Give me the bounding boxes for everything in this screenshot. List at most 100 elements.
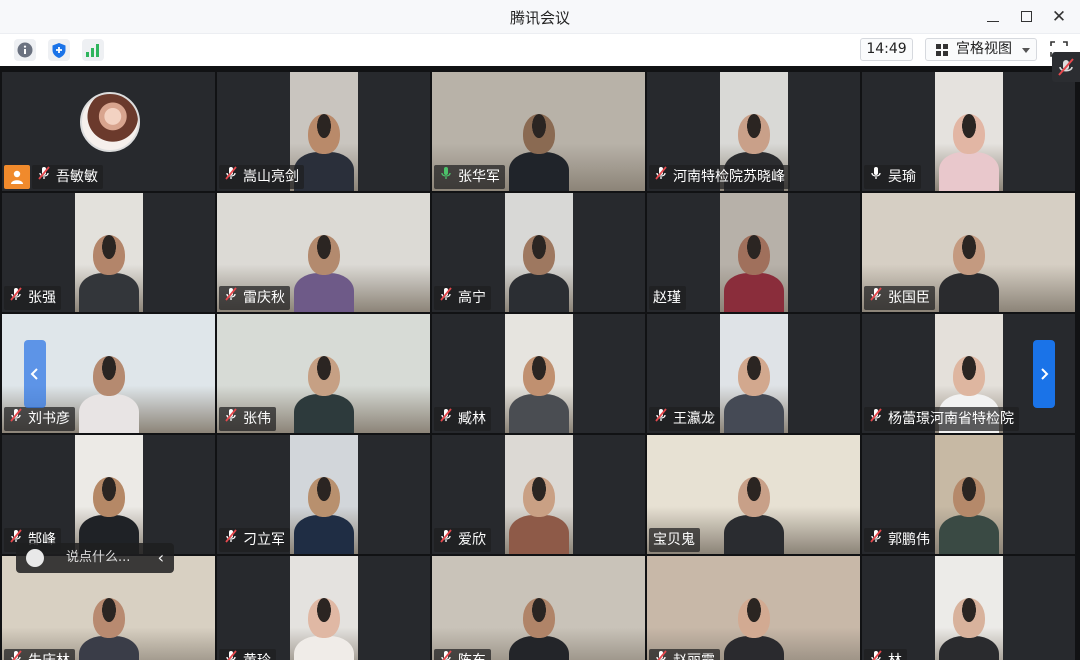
participant-name: 张伟 xyxy=(243,411,271,427)
participant-name: 河南特检院苏晓峰 xyxy=(673,169,785,185)
video-tile[interactable]: 陈东 xyxy=(432,556,645,660)
chat-input[interactable]: 说点什么... ‹ xyxy=(16,543,174,573)
mic-muted-icon xyxy=(36,165,52,189)
video-tile[interactable]: 赵丽霞 xyxy=(647,556,860,660)
video-tile[interactable]: 爱欣 xyxy=(432,435,645,554)
participant-label: 黄玲 xyxy=(219,649,276,660)
shield-icon xyxy=(52,42,66,58)
participant-label: 高宁 xyxy=(434,286,491,310)
participant-face xyxy=(738,235,770,275)
video-tile[interactable]: 张伟 xyxy=(217,314,430,433)
participant-face xyxy=(308,477,340,517)
video-tile[interactable]: 赵瑾 xyxy=(647,193,860,312)
participant-name: 杨蕾璟河南省特检院 xyxy=(888,411,1014,427)
chevron-left-icon[interactable]: ‹ xyxy=(158,543,164,573)
participant-label: 张国臣 xyxy=(864,286,935,310)
video-tile[interactable]: 吴瑜 xyxy=(862,72,1075,191)
mic-muted-icon xyxy=(868,649,884,660)
video-tile[interactable]: 嵩山亮剑 xyxy=(217,72,430,191)
previous-page-button[interactable] xyxy=(24,340,46,408)
participant-face xyxy=(308,598,340,638)
emoji-icon[interactable] xyxy=(26,549,44,567)
participant-name: 朱庆林 xyxy=(28,649,70,660)
participant-silhouette xyxy=(939,152,999,191)
network-status-button[interactable] xyxy=(82,39,104,61)
participant-label: 张强 xyxy=(4,286,61,310)
participant-face xyxy=(93,235,125,275)
participant-name: 吾敏敏 xyxy=(56,169,98,185)
participant-label: 赵丽霞 xyxy=(649,649,720,660)
participant-name: 赵丽霞 xyxy=(673,649,715,660)
member-list-toggle[interactable] xyxy=(1052,52,1080,82)
participant-label: 张伟 xyxy=(219,407,276,431)
meeting-info-button[interactable] xyxy=(14,39,36,61)
video-tile[interactable]: 林 xyxy=(862,556,1075,660)
mic-muted-icon xyxy=(223,165,239,189)
video-feed xyxy=(505,193,573,312)
video-tile[interactable]: 张国臣 xyxy=(862,193,1075,312)
participant-face xyxy=(737,598,770,638)
participant-label: 爱欣 xyxy=(434,528,491,552)
meeting-time: 14:49 xyxy=(860,38,913,61)
video-tile[interactable]: 张强 xyxy=(2,193,215,312)
participant-face xyxy=(737,477,770,517)
video-tile[interactable]: 张华军 xyxy=(432,72,645,191)
participant-face xyxy=(92,598,125,638)
participant-label: 朱庆林 xyxy=(4,649,75,660)
next-page-button[interactable] xyxy=(1033,340,1055,408)
video-feed xyxy=(75,193,143,312)
participant-silhouette xyxy=(293,273,354,312)
mic-muted-icon xyxy=(438,286,454,310)
chevron-down-icon xyxy=(1022,48,1030,53)
participant-face xyxy=(523,356,555,396)
maximize-button[interactable] xyxy=(1014,6,1038,28)
participant-name: 林 xyxy=(888,649,902,660)
participant-face xyxy=(738,114,770,154)
participant-label: 郭鹏伟 xyxy=(864,528,935,552)
info-icon xyxy=(17,42,33,58)
video-tile[interactable]: 黄玲 xyxy=(217,556,430,660)
video-tile[interactable]: 臧林 xyxy=(432,314,645,433)
view-mode-dropdown[interactable]: 宫格视图 xyxy=(925,38,1037,61)
participant-name: 雷庆秋 xyxy=(243,290,285,306)
minimize-button[interactable] xyxy=(981,6,1005,28)
video-tile[interactable]: 高宁 xyxy=(432,193,645,312)
video-tile[interactable]: 王瀛龙 xyxy=(647,314,860,433)
grid-view-icon xyxy=(936,44,949,56)
close-button[interactable]: ✕ xyxy=(1047,6,1071,28)
video-tile[interactable]: 雷庆秋 xyxy=(217,193,430,312)
participant-label: 张华军 xyxy=(434,165,505,189)
video-tile[interactable]: 河南特检院苏晓峰 xyxy=(647,72,860,191)
participant-name: 赵瑾 xyxy=(653,290,681,306)
participant-label: 刁立军 xyxy=(219,528,290,552)
participant-label: 刘书彦 xyxy=(4,407,75,431)
minimize-icon xyxy=(987,21,999,22)
participant-silhouette xyxy=(509,394,569,433)
video-tile[interactable]: 刁立军 xyxy=(217,435,430,554)
participant-name: 吴瑜 xyxy=(888,169,916,185)
participant-face xyxy=(738,356,770,396)
close-icon: ✕ xyxy=(1051,7,1067,27)
video-tile[interactable]: 吾敏敏 xyxy=(2,72,215,191)
video-tile[interactable]: 宝贝鬼 xyxy=(647,435,860,554)
security-button[interactable] xyxy=(48,39,70,61)
participant-name: 郭鹏伟 xyxy=(888,532,930,548)
participant-face xyxy=(953,114,985,154)
participant-silhouette xyxy=(938,273,999,312)
participant-name: 黄玲 xyxy=(243,649,271,660)
chevron-left-icon xyxy=(30,368,38,380)
participant-silhouette xyxy=(78,636,139,660)
title-bar: 腾讯会议 ✕ xyxy=(0,0,1080,34)
mic-muted-icon xyxy=(653,165,669,189)
mic-muted-icon xyxy=(868,407,884,431)
participant-face xyxy=(523,235,555,275)
video-feed xyxy=(505,314,573,433)
participant-name: 宝贝鬼 xyxy=(653,532,695,548)
user-icon xyxy=(11,170,23,184)
video-tile[interactable]: 郜峰 xyxy=(2,435,215,554)
participant-face xyxy=(522,598,555,638)
video-tile[interactable]: 郭鹏伟 xyxy=(862,435,1075,554)
participant-name: 张华军 xyxy=(458,169,500,185)
participant-name: 王瀛龙 xyxy=(673,411,715,427)
participant-label: 赵瑾 xyxy=(649,286,686,310)
